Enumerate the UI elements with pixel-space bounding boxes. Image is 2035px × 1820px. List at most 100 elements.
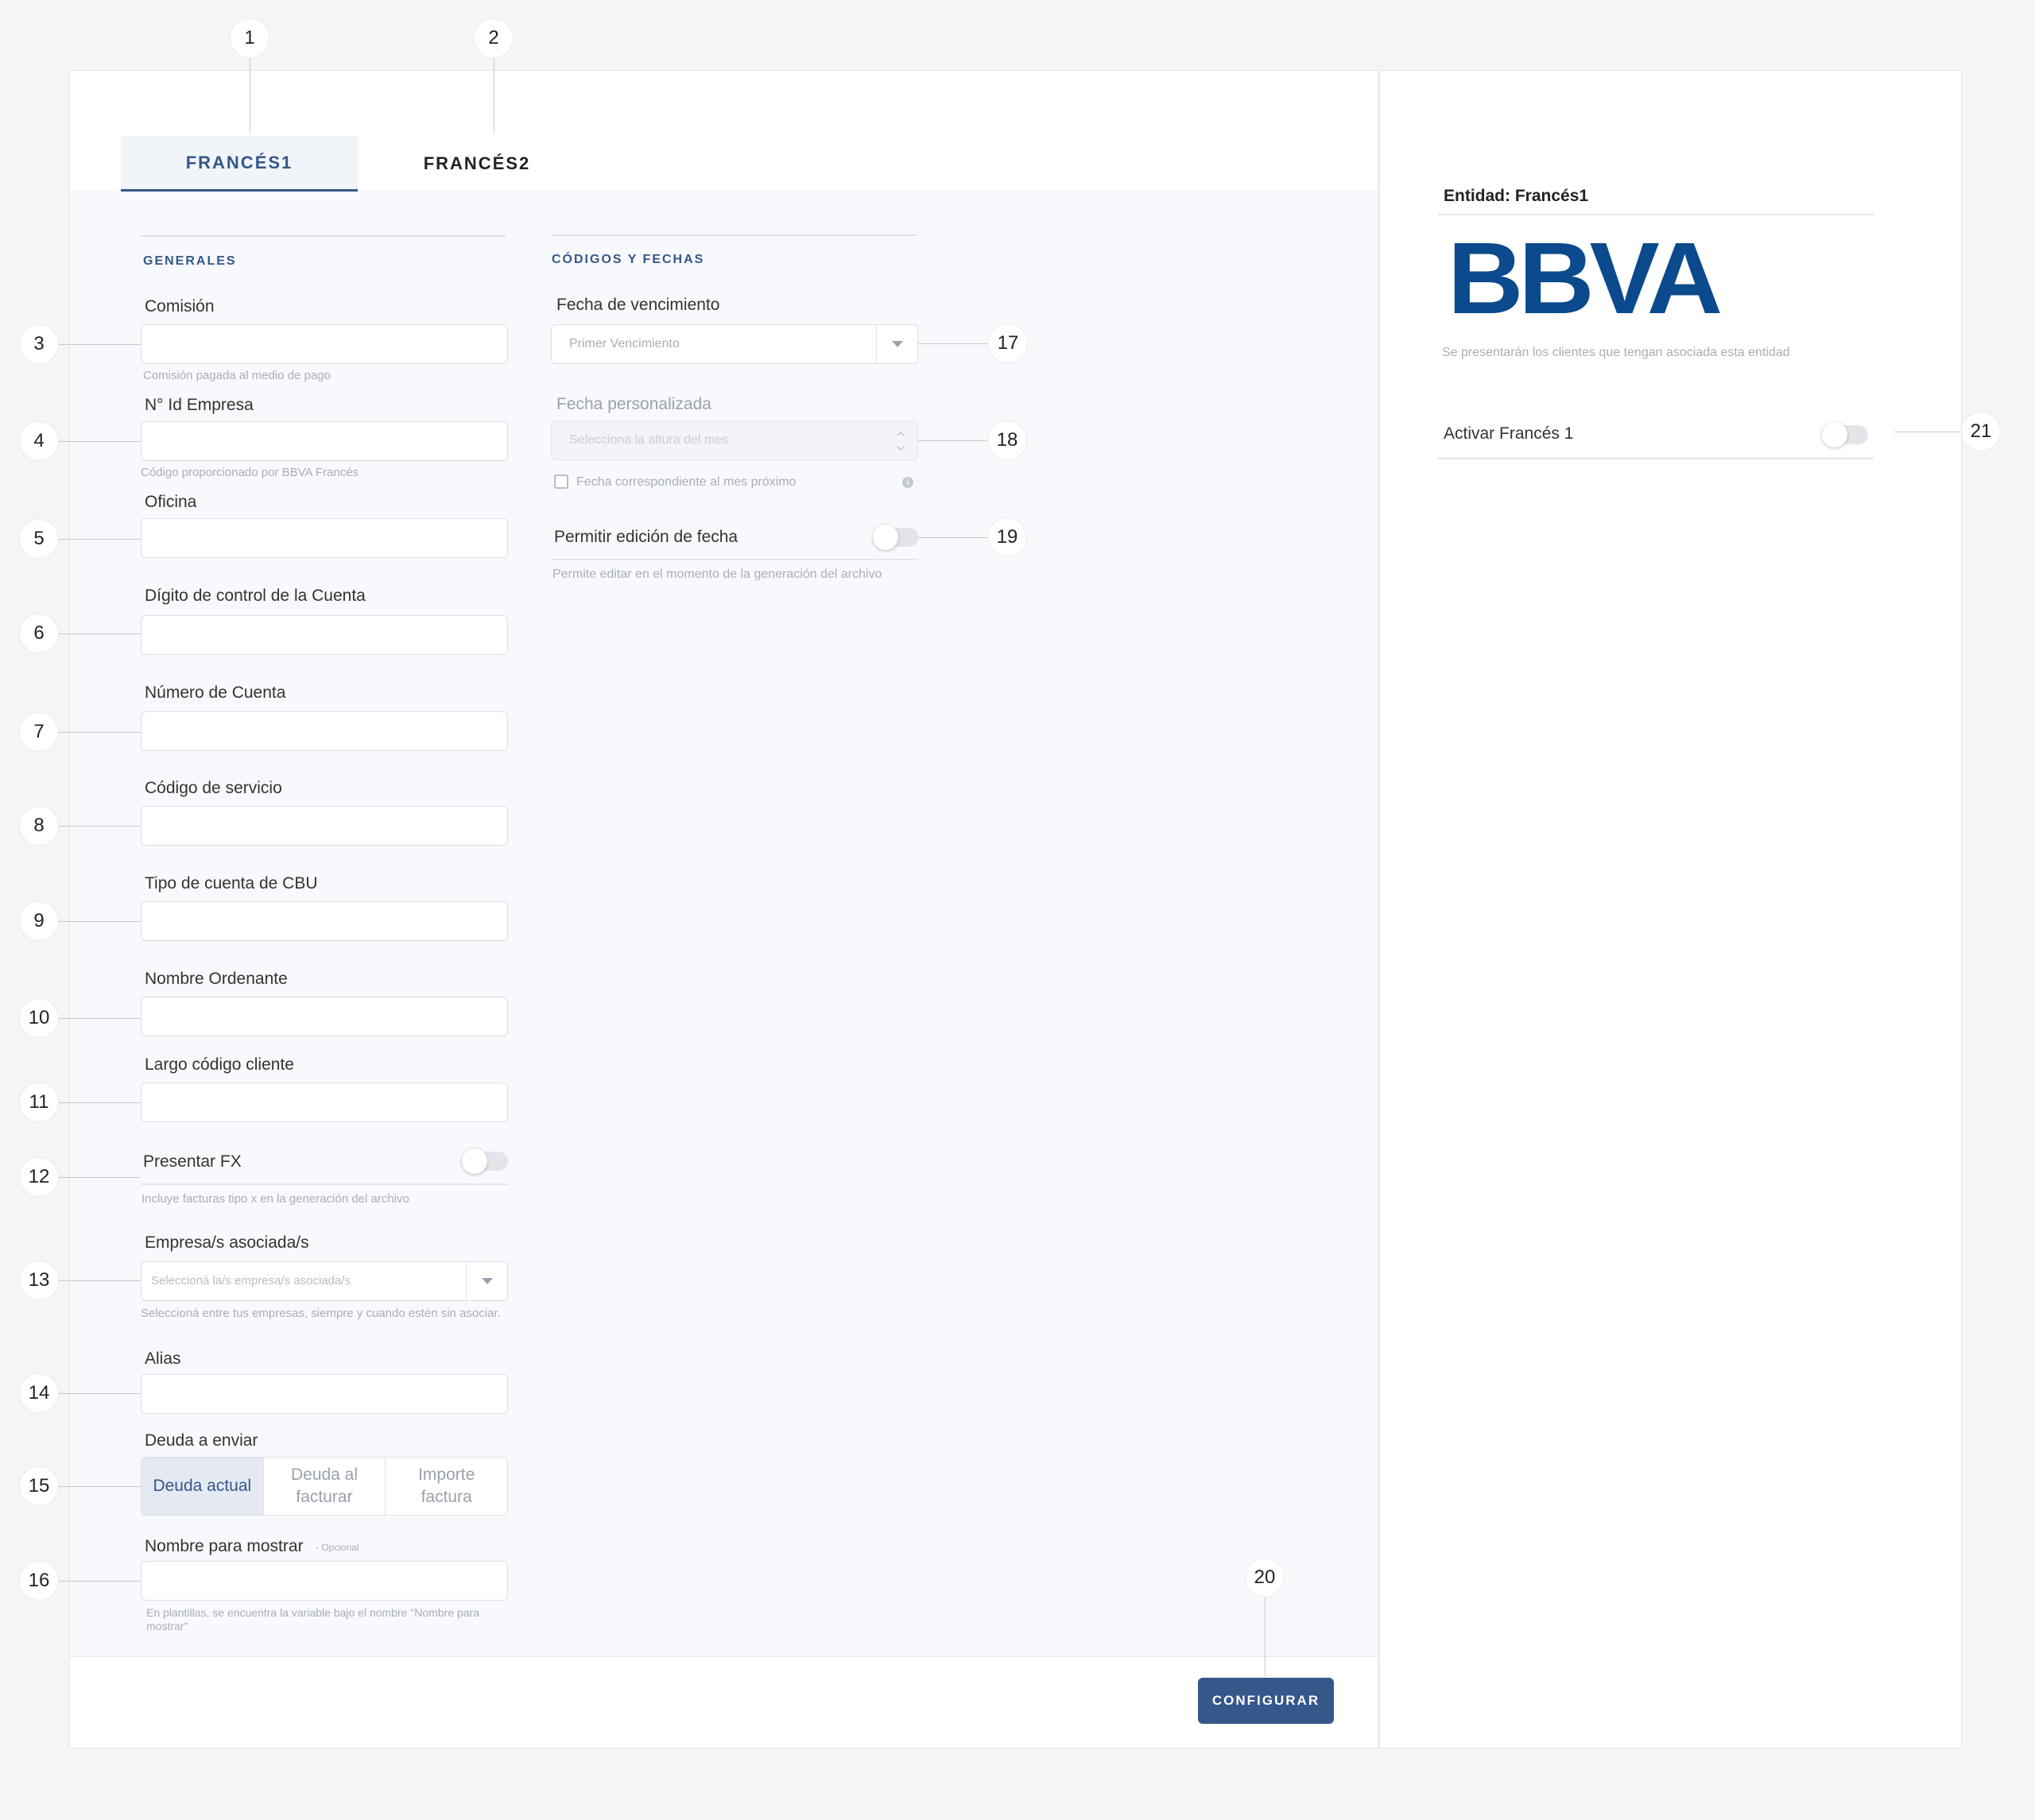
numero-cuenta-input[interactable]: [141, 711, 508, 751]
id-empresa-input[interactable]: [141, 421, 508, 461]
callout-5: 5: [19, 519, 59, 559]
chevron-down-icon[interactable]: [876, 325, 917, 363]
callout-leader: [59, 441, 141, 442]
largo-codigo-label: Largo código cliente: [145, 1055, 294, 1074]
configure-button[interactable]: CONFIGURAR: [1198, 1678, 1334, 1724]
callout-4: 4: [19, 421, 59, 461]
callout-3: 3: [19, 324, 59, 364]
deuda-segmented-control: Deuda actual Deuda al facturar Importe f…: [141, 1457, 508, 1516]
codigo-servicio-label: Código de servicio: [145, 779, 282, 797]
deuda-option-facturar[interactable]: Deuda al facturar: [264, 1458, 386, 1515]
numero-cuenta-label: Número de Cuenta: [145, 683, 286, 702]
callout-leader: [59, 1102, 141, 1103]
divider: [1438, 214, 1874, 215]
callout-leader: [59, 539, 141, 540]
callout-21: 21: [1961, 412, 2001, 451]
divider: [551, 559, 918, 560]
id-empresa-hint: Código proporcionado por BBVA Francés: [141, 466, 359, 479]
entity-description: Se presentarán los clientes que tengan a…: [1442, 346, 1790, 359]
activate-toggle[interactable]: [1822, 422, 1868, 447]
nombre-mostrar-label: Nombre para mostrar: [145, 1537, 304, 1555]
fecha-personalizada-label: Fecha personalizada: [556, 395, 711, 413]
stepper-icon[interactable]: [895, 428, 906, 455]
callout-leader: [59, 1393, 141, 1394]
mes-proximo-checkbox[interactable]: [554, 474, 568, 489]
codigo-servicio-input[interactable]: [141, 806, 508, 846]
largo-codigo-input[interactable]: [141, 1082, 508, 1122]
callout-leader: [918, 343, 992, 344]
callout-12: 12: [19, 1157, 59, 1197]
callout-10: 10: [19, 998, 59, 1038]
activate-label: Activar Francés 1: [1444, 424, 1574, 443]
deuda-option-importe[interactable]: Importe factura: [386, 1458, 507, 1515]
callout-leader: [918, 537, 992, 538]
alias-label: Alias: [145, 1350, 181, 1368]
callout-17: 17: [988, 323, 1028, 363]
nombre-ordenante-input[interactable]: [141, 997, 508, 1036]
empresas-select[interactable]: Seleccioná la/s empresa/s asociada/s: [141, 1261, 508, 1301]
callout-8: 8: [19, 806, 59, 846]
callout-20: 20: [1245, 1558, 1285, 1597]
chevron-down-icon[interactable]: [466, 1262, 507, 1300]
comision-hint: Comisión pagada al medio de pago: [143, 369, 331, 382]
section-rule: [551, 234, 917, 236]
callout-leader: [59, 633, 141, 634]
callout-leader: [59, 1280, 141, 1281]
fecha-vencimiento-label: Fecha de vencimiento: [556, 296, 720, 314]
permitir-edicion-toggle[interactable]: [873, 525, 919, 550]
callout-14: 14: [19, 1373, 59, 1413]
tab-frances1[interactable]: FRANCÉS1: [121, 136, 358, 192]
info-icon[interactable]: i: [902, 477, 913, 488]
callout-9: 9: [19, 901, 59, 941]
callout-leader: [59, 732, 141, 733]
permitir-edicion-label: Permitir edición de fecha: [554, 528, 738, 546]
bbva-logo: BBVA: [1448, 234, 1726, 321]
callout-leader: [59, 1486, 141, 1487]
callout-6: 6: [19, 614, 59, 653]
callout-leader: [59, 826, 141, 827]
fecha-personalizada-input[interactable]: Selecciona la altura del mes: [551, 420, 918, 460]
bbva-logo-text: BBVA: [1448, 234, 1721, 321]
divider: [1438, 458, 1874, 459]
callout-11: 11: [19, 1082, 59, 1122]
callout-leader: [59, 921, 141, 922]
callout-leader: [59, 1018, 141, 1019]
callout-1: 1: [230, 18, 269, 58]
tipo-cuenta-cbu-input[interactable]: [141, 901, 508, 941]
fecha-vencimiento-select[interactable]: Primer Vencimiento: [551, 324, 918, 364]
panel-footer: CONFIGURAR: [70, 1656, 1378, 1748]
comision-label: Comisión: [145, 297, 215, 316]
entity-title: Entidad: Francés1: [1444, 187, 1589, 205]
tab-bar: FRANCÉS1 FRANCÉS2: [70, 71, 1378, 192]
deuda-label: Deuda a enviar: [145, 1431, 258, 1450]
tab-frances2[interactable]: FRANCÉS2: [386, 136, 568, 192]
permitir-edicion-hint: Permite editar en el momento de la gener…: [552, 567, 882, 581]
tipo-cuenta-cbu-label: Tipo de cuenta de CBU: [145, 874, 318, 893]
empresas-label: Empresa/s asociada/s: [145, 1233, 309, 1252]
callout-13: 13: [19, 1260, 59, 1300]
nombre-ordenante-label: Nombre Ordenante: [145, 970, 288, 988]
deuda-option-actual[interactable]: Deuda actual: [141, 1458, 264, 1515]
empresas-hint: Seleccioná entre tus empresas, siempre y…: [141, 1307, 501, 1320]
oficina-input[interactable]: [141, 518, 508, 558]
empresas-placeholder: Seleccioná la/s empresa/s asociada/s: [151, 1274, 351, 1288]
section-title-generales: GENERALES: [143, 254, 237, 268]
optional-tag: - Opcional: [316, 1542, 359, 1553]
presentar-fx-label: Presentar FX: [143, 1152, 242, 1171]
oficina-label: Oficina: [145, 493, 197, 511]
fecha-personalizada-placeholder: Selecciona la altura del mes: [569, 433, 729, 447]
comision-input[interactable]: [141, 324, 508, 364]
callout-15: 15: [19, 1466, 59, 1506]
callout-19: 19: [987, 517, 1027, 557]
section-title-codigos: CÓDIGOS Y FECHAS: [552, 253, 705, 266]
callout-18: 18: [987, 420, 1027, 460]
nombre-mostrar-input[interactable]: [141, 1561, 508, 1601]
alias-input[interactable]: [141, 1374, 508, 1414]
callout-leader: [59, 1177, 141, 1178]
digito-control-label: Dígito de control de la Cuenta: [145, 587, 366, 605]
presentar-fx-toggle[interactable]: [462, 1148, 508, 1174]
callout-16: 16: [19, 1561, 59, 1601]
digito-control-input[interactable]: [141, 615, 508, 655]
callout-leader: [1265, 1597, 1266, 1677]
section-rule: [141, 235, 506, 237]
